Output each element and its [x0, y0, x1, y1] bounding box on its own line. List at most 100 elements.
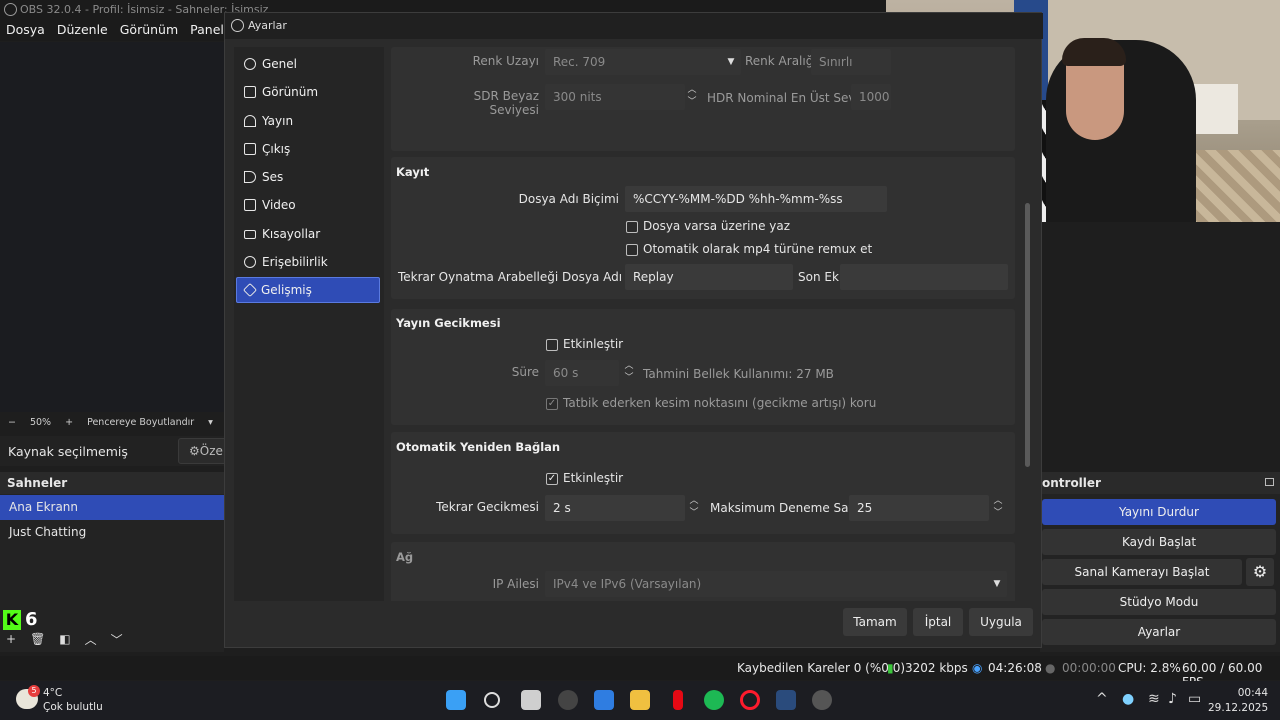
wifi-icon[interactable]: ≋	[1148, 691, 1160, 707]
sdr-spin-buttons[interactable]: ︿ ﹀	[683, 84, 701, 110]
clock-date[interactable]: 29.12.2025	[1208, 702, 1268, 714]
max-retries-input[interactable]: 25	[849, 495, 989, 521]
status-bar: Kaybedilen Kareler 0 (%0.0) ▮ 3202 kbps …	[0, 656, 1280, 689]
steam-icon[interactable]	[776, 690, 796, 710]
nav-audio[interactable]: Ses	[236, 164, 380, 190]
no-source-label: Kaynak seçilmemiş	[8, 443, 128, 459]
monitor-icon	[244, 199, 256, 211]
weather-temperature[interactable]: 4°C	[43, 687, 62, 699]
obs-logo-icon	[231, 19, 244, 32]
kick-viewer-count: 6	[25, 609, 38, 630]
estimated-memory-label: Tahmini Bellek Kullanımı: 27 MB	[643, 367, 834, 381]
weather-badge: 5	[28, 685, 40, 697]
settings-content: Renk Uzayı Rec. 709 ▼ Renk Aralığı Sınır…	[391, 47, 1023, 601]
nav-advanced[interactable]: Gelişmiş	[236, 277, 380, 303]
color-space-select[interactable]: Rec. 709	[545, 49, 741, 75]
color-range-select[interactable]: Sınırlı	[811, 49, 891, 75]
reconnect-group-title: Otomatik Yeniden Bağlan	[396, 440, 561, 454]
nav-hotkeys[interactable]: Kısayollar	[236, 221, 380, 247]
replay-suffix-input[interactable]	[840, 264, 1008, 290]
webcam-hair	[1062, 38, 1126, 66]
retry-delay-spin-buttons[interactable]: ︿ ﹀	[685, 495, 703, 521]
zoom-out-button[interactable]: −	[8, 417, 16, 428]
menu-edit[interactable]: Düzenle	[51, 19, 114, 41]
delay-duration-input[interactable]: 60 s	[545, 360, 619, 386]
folder-icon[interactable]	[630, 690, 650, 710]
color-space-label: Renk Uzayı	[472, 54, 539, 68]
menu-file[interactable]: Dosya	[0, 19, 51, 41]
cancel-button[interactable]: İptal	[913, 608, 963, 636]
reconnect-group: Otomatik Yeniden Bağlan ✓ Etkinleştir Te…	[391, 432, 1015, 534]
stop-stream-button[interactable]: Yayını Durdur	[1042, 499, 1276, 525]
clock-time[interactable]: 00:44	[1228, 687, 1268, 699]
undock-icon[interactable]	[1265, 478, 1274, 486]
nav-accessibility[interactable]: Erişebilirlik	[236, 249, 380, 275]
scenes-toolbar: + 🗑 ◧ ︿ ﹀	[0, 628, 224, 650]
settings-title-bar: Ayarlar	[225, 13, 1043, 39]
auto-remux-label: Otomatik olarak mp4 türüne remux et	[643, 242, 873, 256]
nav-label: Kısayollar	[262, 227, 321, 241]
retry-delay-input[interactable]: 2 s	[545, 495, 685, 521]
windows-start-icon[interactable]	[446, 690, 466, 710]
nav-stream[interactable]: Yayın	[236, 108, 380, 134]
preview-canvas[interactable]	[0, 42, 230, 412]
stream-delay-enable-label: Etkinleştir	[563, 337, 624, 351]
filters-icon[interactable]: ◧	[59, 632, 70, 646]
battery-icon[interactable]: ▭	[1188, 691, 1201, 707]
fit-dropdown-icon[interactable]: ▾	[208, 417, 213, 428]
volume-icon[interactable]: ♪	[1168, 691, 1177, 707]
reconnect-enable-checkbox[interactable]: ✓	[546, 473, 558, 485]
chevron-up-icon[interactable]: ︿	[85, 631, 97, 648]
fit-window-label[interactable]: Pencereye Boyutlandır	[87, 417, 194, 428]
settings-scrollbar[interactable]	[1025, 203, 1030, 467]
nav-video[interactable]: Video	[236, 192, 380, 218]
trash-icon[interactable]: 🗑	[30, 632, 45, 646]
nav-output[interactable]: Çıkış	[236, 136, 380, 162]
virtual-camera-settings-icon[interactable]: ⚙	[1246, 558, 1274, 586]
menu-view[interactable]: Görünüm	[114, 19, 184, 41]
keyboard-icon	[244, 229, 256, 239]
hdr-nominal-input[interactable]: 1000	[851, 84, 891, 110]
search-icon[interactable]	[484, 692, 500, 708]
weather-description[interactable]: Çok bulutlu	[43, 701, 103, 713]
obs-taskbar-icon[interactable]	[558, 690, 578, 710]
max-retries-spin-buttons[interactable]: ︿ ﹀	[989, 495, 1007, 521]
ip-family-label: IP Ailesi	[492, 577, 539, 591]
add-scene-icon[interactable]: +	[6, 632, 16, 646]
overwrite-checkbox[interactable]	[626, 221, 638, 233]
replay-prefix-input[interactable]: Replay	[625, 264, 793, 290]
scene-item[interactable]: Just Chatting	[0, 520, 224, 545]
stream-delay-enable-checkbox[interactable]	[546, 339, 558, 351]
delay-spin-buttons[interactable]: ︿ ﹀	[620, 360, 638, 386]
obs-active-icon[interactable]	[812, 690, 832, 710]
zoom-in-button[interactable]: +	[65, 417, 73, 428]
apply-button[interactable]: Uygula	[969, 608, 1033, 636]
chevron-down-icon[interactable]: ﹀	[111, 631, 123, 648]
task-view-icon[interactable]	[521, 690, 541, 710]
chevron-down-icon[interactable]: ▼	[723, 49, 739, 75]
opera-icon[interactable]	[740, 690, 760, 710]
settings-button[interactable]: Ayarlar	[1042, 619, 1276, 645]
preserve-cutoff-checkbox[interactable]: ✓	[546, 398, 558, 410]
spotify-icon[interactable]	[704, 690, 724, 710]
nav-appearance[interactable]: Görünüm	[236, 79, 380, 105]
brush-icon	[244, 86, 256, 98]
netflix-icon[interactable]	[673, 690, 683, 710]
ok-button[interactable]: Tamam	[843, 608, 907, 636]
preserve-cutoff-label: Tatbik ederken kesim noktasını (gecikme …	[563, 396, 877, 410]
start-recording-button[interactable]: Kaydı Başlat	[1042, 529, 1276, 555]
nav-general[interactable]: Genel	[236, 51, 380, 77]
ip-family-select[interactable]: IPv4 ve IPv6 (Varsayılan)	[545, 571, 1007, 597]
sdr-white-level-input[interactable]: 300 nits	[545, 84, 685, 110]
auto-remux-checkbox[interactable]	[626, 244, 638, 256]
store-icon[interactable]	[594, 690, 614, 710]
properties-button[interactable]: ⚙Öze	[178, 438, 230, 464]
chevron-down-icon[interactable]: ▼	[989, 571, 1005, 597]
tray-expand-icon[interactable]: ^	[1096, 691, 1108, 707]
virtual-camera-button[interactable]: Sanal Kamerayı Başlat	[1042, 559, 1242, 585]
microphone-icon[interactable]: ●	[1122, 691, 1134, 707]
delay-duration-label: Süre	[511, 365, 539, 379]
scene-item[interactable]: Ana Ekrann	[0, 495, 224, 520]
filename-format-input[interactable]: %CCYY-%MM-%DD %hh-%mm-%ss	[625, 186, 887, 212]
studio-mode-button[interactable]: Stüdyo Modu	[1042, 589, 1276, 615]
